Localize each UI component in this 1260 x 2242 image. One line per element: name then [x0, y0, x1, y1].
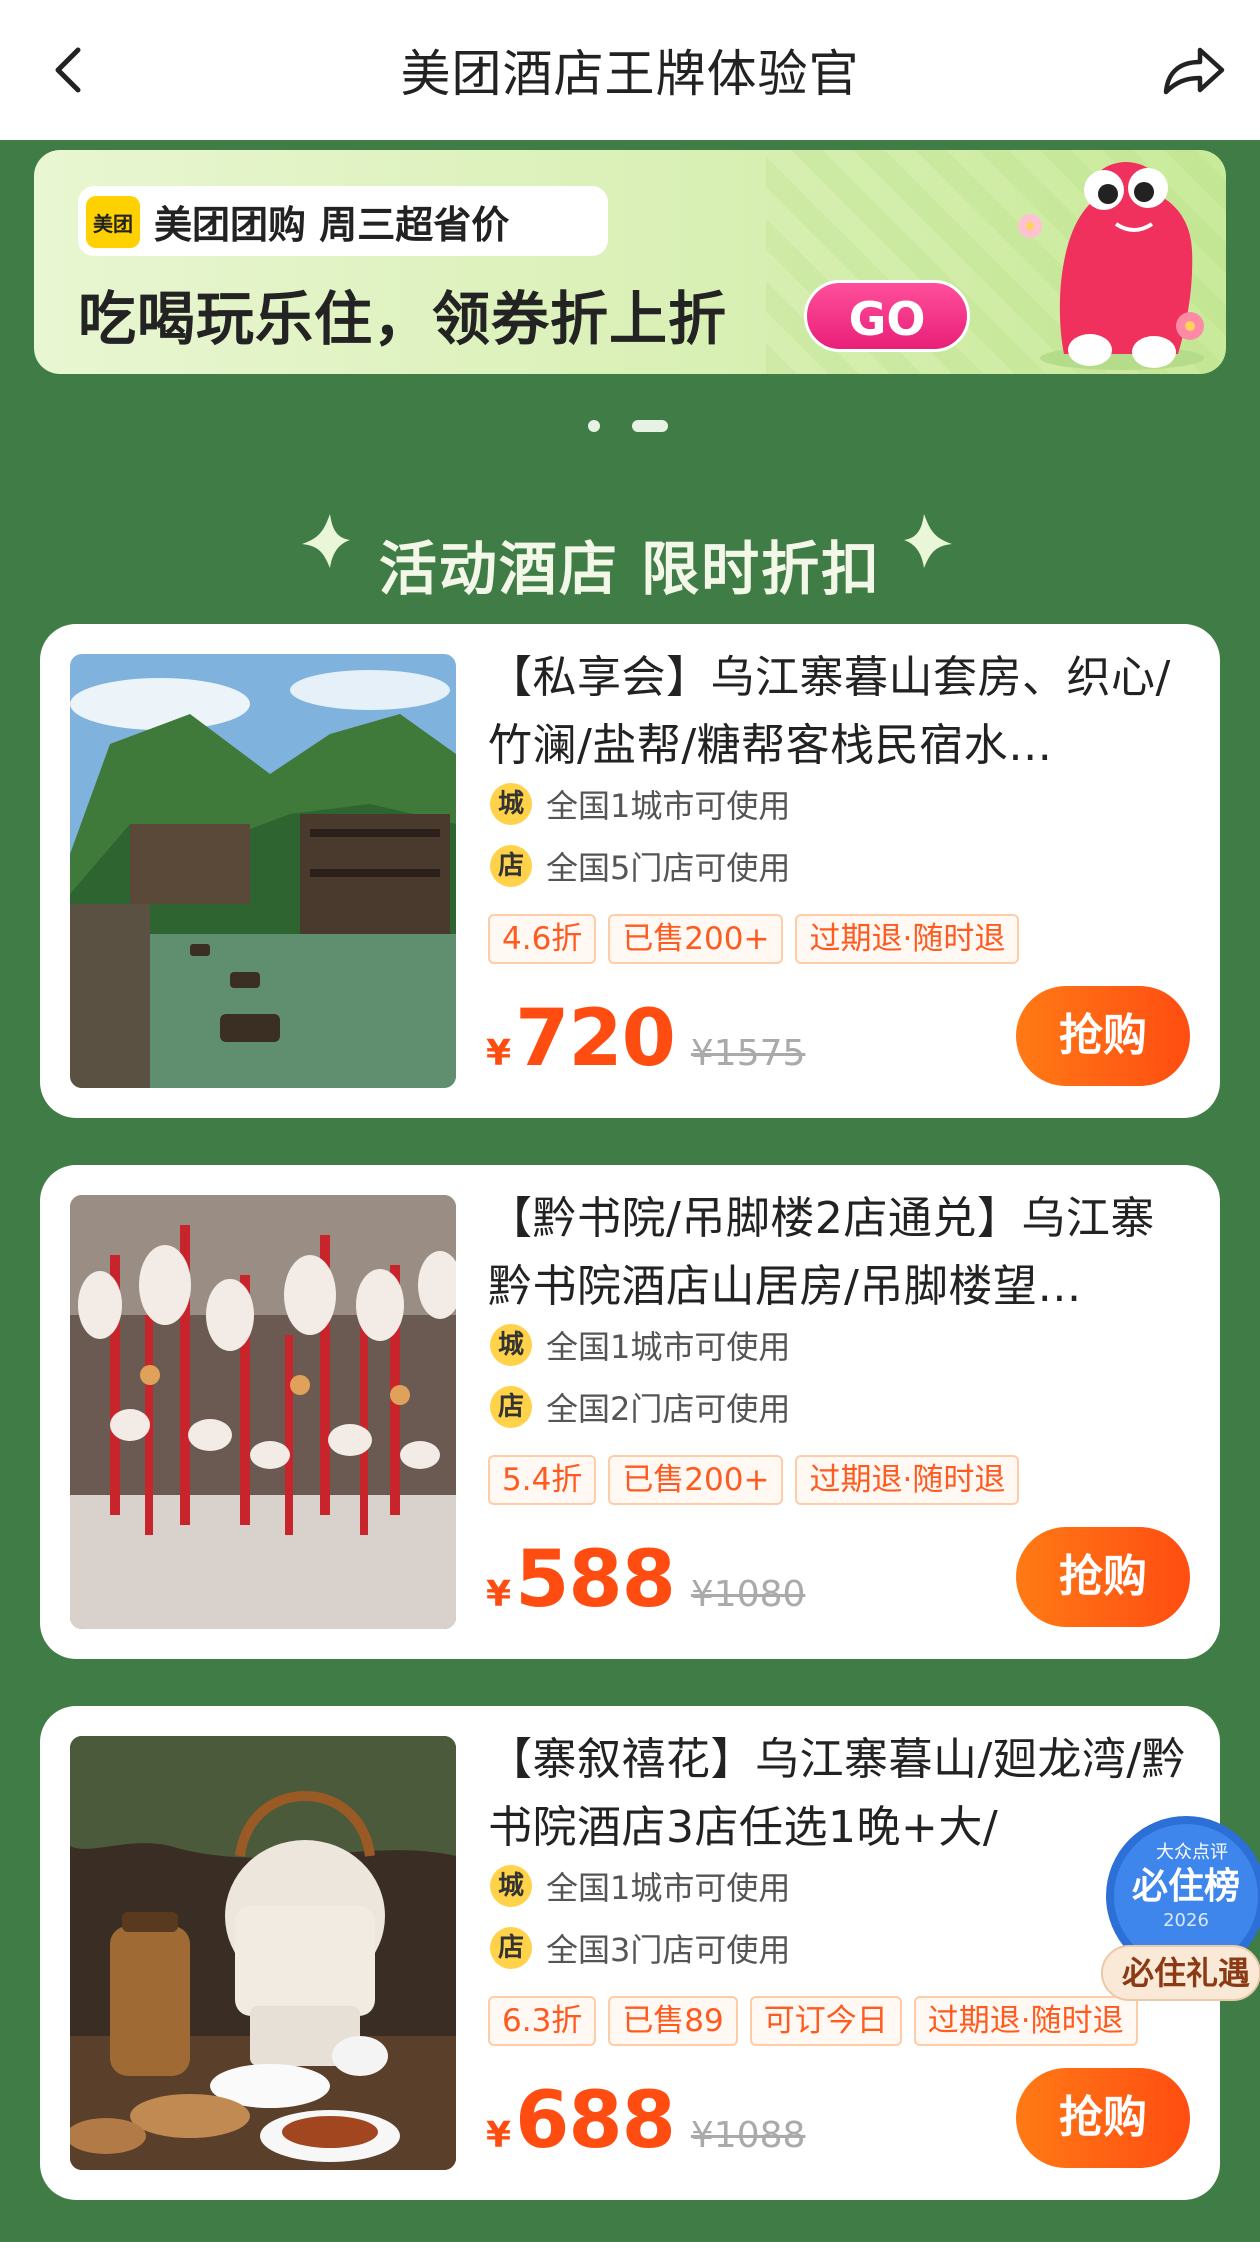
tag-list: 4.6折 已售200+ 过期退·随时退 — [488, 914, 1031, 964]
store-usage: 店 全国5门店可使用 — [490, 844, 790, 888]
city-badge-icon: 城 — [490, 783, 532, 825]
product-card[interactable]: 【黔书院/吊脚楼2店通兑】乌江寨黔书院酒店山居房/吊脚楼望… 城 全国1城市可使… — [40, 1165, 1220, 1659]
carousel-dot[interactable] — [588, 420, 600, 432]
tag-list: 6.3折 已售89 可订今日 过期退·随时退 — [488, 1996, 1150, 2046]
city-usage-text: 全国1城市可使用 — [546, 1328, 791, 1366]
carousel-indicator — [588, 418, 678, 432]
city-usage: 城 全国1城市可使用 — [490, 1323, 790, 1367]
current-price: 720 — [515, 994, 676, 1084]
price-row: ¥ 688 ¥1088 — [486, 2076, 805, 2166]
banner-headline: 吃喝玩乐住，领券折上折 — [78, 285, 728, 353]
buy-button[interactable]: 抢购 — [1016, 2068, 1190, 2168]
city-usage: 城 全国1城市可使用 — [490, 782, 790, 826]
product-title[interactable]: 【私享会】乌江寨暮山套房、织心/竹澜/盐帮/糖帮客栈民宿水… — [488, 644, 1198, 780]
price-row: ¥ 588 ¥1080 — [486, 1535, 805, 1625]
brand-text: 美团团购 周三超省价 — [154, 203, 510, 247]
refund-tag: 过期退·随时退 — [795, 1455, 1020, 1505]
city-badge-icon: 城 — [490, 1324, 532, 1366]
go-button[interactable]: GO — [804, 280, 970, 352]
original-price: ¥1080 — [690, 1574, 806, 1615]
product-image[interactable] — [70, 1736, 456, 2170]
promo-banner[interactable]: 美团 美团团购 周三超省价 吃喝玩乐住，领券折上折 GO — [34, 150, 1226, 374]
currency-symbol: ¥ — [486, 1574, 512, 1615]
store-usage: 店 全国3门店可使用 — [490, 1926, 790, 1970]
store-usage: 店 全国2门店可使用 — [490, 1385, 790, 1429]
product-card[interactable]: 【寨叙禧花】乌江寨暮山/廻龙湾/黔书院酒店3店任选1晚+大/ 城 全国1城市可使… — [40, 1706, 1220, 2200]
store-usage-text: 全国2门店可使用 — [546, 1390, 791, 1428]
buy-button[interactable]: 抢购 — [1016, 986, 1190, 1086]
product-image[interactable] — [70, 654, 456, 1088]
original-price: ¥1575 — [690, 1033, 806, 1074]
store-badge-icon: 店 — [490, 845, 532, 887]
product-image[interactable] — [70, 1195, 456, 1629]
discount-tag: 5.4折 — [488, 1455, 597, 1505]
product-card[interactable]: 【私享会】乌江寨暮山套房、织心/竹澜/盐帮/糖帮客栈民宿水… 城 全国1城市可使… — [40, 624, 1220, 1118]
top-nav-bar: 美团酒店王牌体验官 — [0, 0, 1260, 140]
currency-symbol: ¥ — [486, 2115, 512, 2156]
original-price: ¥1088 — [690, 2115, 806, 2156]
city-usage: 城 全国1城市可使用 — [490, 1864, 790, 1908]
buy-button[interactable]: 抢购 — [1016, 1527, 1190, 1627]
price-row: ¥ 720 ¥1575 — [486, 994, 805, 1084]
current-price: 688 — [515, 2076, 676, 2166]
meituan-logo: 美团 — [86, 196, 140, 248]
sparkle-icon — [904, 514, 952, 568]
current-price: 588 — [515, 1535, 676, 1625]
discount-tag: 4.6折 — [488, 914, 597, 964]
refund-tag: 过期退·随时退 — [795, 914, 1020, 964]
store-badge-icon: 店 — [490, 1386, 532, 1428]
product-title[interactable]: 【寨叙禧花】乌江寨暮山/廻龙湾/黔书院酒店3店任选1晚+大/ — [488, 1726, 1198, 1862]
sold-tag: 已售89 — [608, 1996, 738, 2046]
must-stay-badge[interactable]: 大众点评 必住榜 2026 必住礼遇 — [1096, 1810, 1260, 2010]
tag-list: 5.4折 已售200+ 过期退·随时退 — [488, 1455, 1031, 1505]
store-usage-text: 全国5门店可使用 — [546, 849, 791, 887]
book-today-tag: 可订今日 — [749, 1996, 902, 2046]
badge-brand: 大众点评 — [1156, 1842, 1228, 1863]
store-badge-icon: 店 — [490, 1927, 532, 1969]
city-badge-icon: 城 — [490, 1865, 532, 1907]
mascot-illustration — [1018, 162, 1204, 370]
currency-symbol: ¥ — [486, 1033, 512, 1074]
product-title[interactable]: 【黔书院/吊脚楼2店通兑】乌江寨黔书院酒店山居房/吊脚楼望… — [488, 1185, 1198, 1321]
badge-caption: 必住礼遇 — [1122, 1954, 1250, 1992]
sold-tag: 已售200+ — [608, 914, 784, 964]
badge-year: 2026 — [1163, 1910, 1209, 1931]
store-usage-text: 全国3门店可使用 — [546, 1931, 791, 1969]
page-title: 美团酒店王牌体验官 — [400, 45, 860, 103]
section-title: 活动酒店 限时折扣 — [378, 535, 882, 603]
city-usage-text: 全国1城市可使用 — [546, 1869, 791, 1907]
city-usage-text: 全国1城市可使用 — [546, 787, 791, 825]
badge-title: 必住榜 — [1132, 1866, 1240, 1907]
carousel-dot-active[interactable] — [632, 420, 668, 432]
sold-tag: 已售200+ — [608, 1455, 784, 1505]
share-icon[interactable] — [1158, 40, 1228, 100]
discount-tag: 6.3折 — [488, 1996, 597, 2046]
